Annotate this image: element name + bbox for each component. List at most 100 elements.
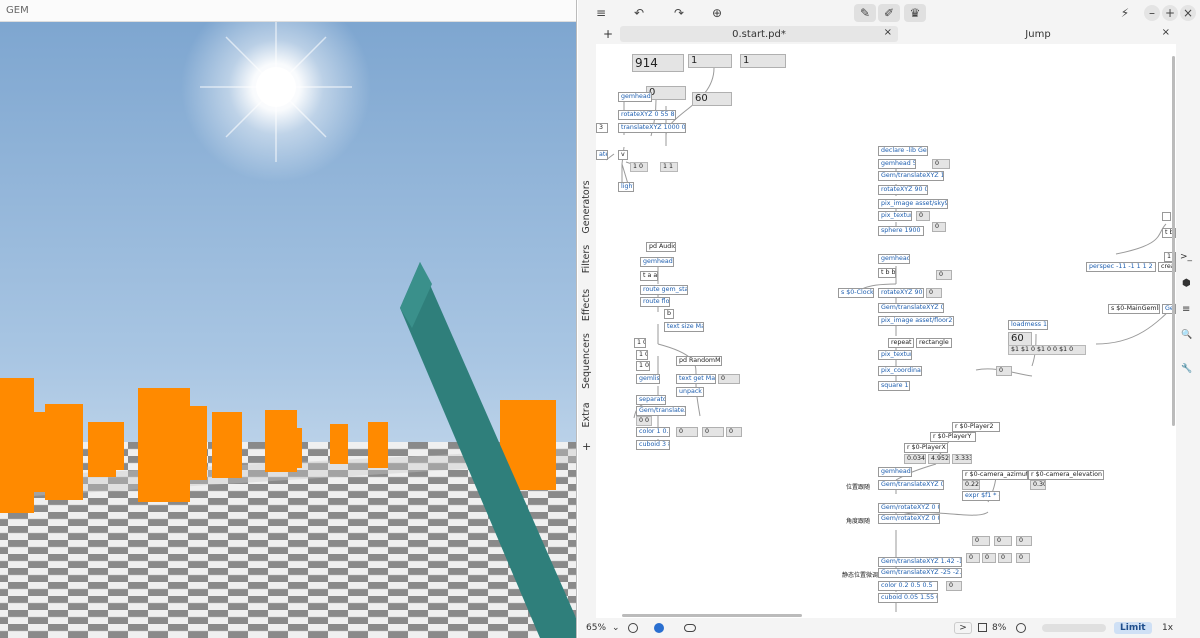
- tab-close-icon[interactable]: ×: [1162, 27, 1170, 38]
- pd-object[interactable]: pix_image asset/sky9.jpg: [878, 199, 948, 209]
- pd-object[interactable]: cuboid 3 8 2: [636, 440, 670, 450]
- number-box[interactable]: 3.333: [952, 454, 972, 464]
- console-toggle-icon[interactable]: >: [954, 622, 972, 634]
- tab-start-pd[interactable]: 0.start.pd* ×: [620, 26, 898, 42]
- menu-icon[interactable]: ≡: [590, 4, 612, 22]
- number-box[interactable]: 0: [982, 553, 996, 563]
- pd-object[interactable]: gemhead 50: [878, 159, 916, 169]
- sidebar-tab-generators[interactable]: Generators: [580, 178, 594, 236]
- pd-object[interactable]: color 1 0.5 0: [636, 427, 670, 437]
- pd-object[interactable]: expr $f1 * -1: [962, 491, 1000, 501]
- pd-object[interactable]: rotateXYZ 0 55 88: [618, 110, 676, 120]
- pd-object[interactable]: Gem/translateXYZ 0 0 0: [878, 303, 944, 313]
- sidebar-tab-effects[interactable]: Effects: [580, 276, 594, 334]
- number-box[interactable]: 0.226: [962, 480, 980, 490]
- pd-object[interactable]: cuboid 0.05 1.55 0.35: [878, 593, 938, 603]
- number-box[interactable]: 0: [726, 427, 742, 437]
- pd-object[interactable]: Gem/translateXYZ: [636, 406, 686, 416]
- pd-object[interactable]: gemhead 1: [878, 254, 910, 264]
- pd-object[interactable]: pix_image asset/floor2.png: [878, 316, 954, 326]
- number-box[interactable]: 0: [966, 553, 980, 563]
- pd-object[interactable]: declare -lib Gem: [878, 146, 928, 156]
- pd-object[interactable]: v: [618, 150, 628, 160]
- pd-object[interactable]: 1 0 1: [636, 361, 650, 371]
- number-box[interactable]: 914: [632, 54, 684, 72]
- volume-slider[interactable]: [1042, 624, 1106, 632]
- pd-object[interactable]: r $0-camera_elevation: [1028, 470, 1104, 480]
- pd-object[interactable]: gemhead 2: [640, 257, 674, 267]
- pd-object[interactable]: s $0-MainGemlist: [1108, 304, 1160, 314]
- package-icon[interactable]: ⬢: [1182, 278, 1191, 289]
- pd-object[interactable]: r $0-PlayerY: [930, 432, 976, 442]
- pd-object[interactable]: route gem_state: [640, 285, 688, 295]
- pd-object[interactable]: repeat 1: [888, 338, 914, 348]
- pd-object[interactable]: r $0-PlayerX: [904, 443, 948, 453]
- number-box[interactable]: 0: [998, 553, 1012, 563]
- number-box[interactable]: 0.30: [1030, 480, 1046, 490]
- pd-object[interactable]: light: [618, 182, 634, 192]
- pd-subpatch[interactable]: pd RandomMap: [676, 356, 722, 366]
- undo-icon[interactable]: ↶: [628, 4, 650, 22]
- pd-object[interactable]: rectangle 0: [916, 338, 952, 348]
- pd-object[interactable]: translateXYZ 1000 0 0: [618, 123, 686, 133]
- bang-button[interactable]: [1162, 212, 1171, 221]
- plugin-icon[interactable]: ⚡: [1114, 4, 1136, 22]
- pd-subpatch[interactable]: pd Audio: [646, 242, 676, 252]
- pd-object[interactable]: ate: [596, 150, 608, 160]
- number-box[interactable]: 0: [646, 86, 686, 100]
- new-object-icon[interactable]: ⊕: [706, 4, 728, 22]
- pd-object[interactable]: Gem/translateXYZ 1 1 2: [878, 171, 944, 181]
- pd-message[interactable]: 0 0 0: [636, 416, 652, 426]
- pd-object[interactable]: r $0-Player2: [952, 422, 1000, 432]
- close-icon[interactable]: ×: [1180, 5, 1196, 21]
- number-box[interactable]: 0: [932, 159, 950, 169]
- pd-object[interactable]: t b b: [878, 268, 896, 278]
- search-icon[interactable]: 🔍: [1181, 330, 1192, 340]
- pd-object[interactable]: r $0-camera_azimuth: [962, 470, 1028, 480]
- pd-object[interactable]: text size Map: [664, 322, 704, 332]
- minimize-icon[interactable]: –: [1144, 5, 1160, 21]
- pd-object[interactable]: 1 0: [636, 350, 648, 360]
- wrench-icon[interactable]: 🔧: [1181, 364, 1192, 374]
- pd-object[interactable]: text get Map: [676, 374, 716, 384]
- number-box[interactable]: 1: [688, 54, 732, 68]
- pd-object[interactable]: pix_coordinate: [878, 366, 922, 376]
- pd-object[interactable]: rotateXYZ 90 0 0: [878, 288, 924, 298]
- number-box[interactable]: 0: [926, 288, 942, 298]
- pd-object[interactable]: perspec -11 -1 1 1 2 4000: [1086, 262, 1156, 272]
- pd-object[interactable]: 3: [596, 123, 608, 133]
- pd-object[interactable]: Gem/rotateXYZ 0 0 0: [878, 503, 940, 513]
- patch-canvas[interactable]: 914 1 1 0 60 gemhead rotateXYZ 0 55 88 t…: [596, 44, 1176, 618]
- zoom-level[interactable]: 65%: [586, 622, 606, 634]
- number-box[interactable]: 0: [1016, 536, 1032, 546]
- trophy-icon[interactable]: ♛: [904, 4, 926, 22]
- pd-message[interactable]: $1 $1 0 $1 0 0 $1 0: [1008, 345, 1086, 355]
- sidebar-tab-sequencers[interactable]: Sequencers: [580, 332, 594, 390]
- pd-object[interactable]: s $0-Clock: [838, 288, 874, 298]
- number-box[interactable]: 0: [676, 427, 698, 437]
- vertical-scrollbar[interactable]: [1172, 56, 1175, 426]
- redo-icon[interactable]: ↷: [668, 4, 690, 22]
- eye-icon[interactable]: [684, 624, 696, 632]
- number-box[interactable]: 0: [972, 536, 990, 546]
- patch-color-icon[interactable]: [654, 623, 664, 633]
- audio-icon[interactable]: [1016, 623, 1026, 633]
- pd-object[interactable]: separator: [636, 395, 666, 405]
- tab-jump[interactable]: Jump ×: [900, 26, 1176, 42]
- pd-object[interactable]: Gem/translateXYZ 1.42 -1 -2.8: [878, 557, 962, 567]
- pd-object[interactable]: sphere 1900 64: [878, 226, 924, 236]
- terminal-icon[interactable]: >_: [1180, 252, 1192, 262]
- pd-object[interactable]: gemhead 1: [878, 467, 912, 477]
- tab-close-icon[interactable]: ×: [884, 27, 892, 38]
- number-box[interactable]: 0: [718, 374, 740, 384]
- number-box[interactable]: 60: [1008, 332, 1032, 346]
- sidebar-tab-extra[interactable]: Extra: [580, 386, 594, 444]
- number-box[interactable]: 0: [946, 581, 962, 591]
- pd-object[interactable]: color 0.2 0.5 0.5: [878, 581, 938, 591]
- number-box[interactable]: 0: [994, 536, 1012, 546]
- number-box[interactable]: 60: [692, 92, 732, 106]
- pd-object[interactable]: gemhead: [618, 92, 652, 102]
- horizontal-scrollbar[interactable]: [622, 614, 802, 617]
- number-box[interactable]: 0.0344: [904, 454, 926, 464]
- number-box[interactable]: 0: [702, 427, 724, 437]
